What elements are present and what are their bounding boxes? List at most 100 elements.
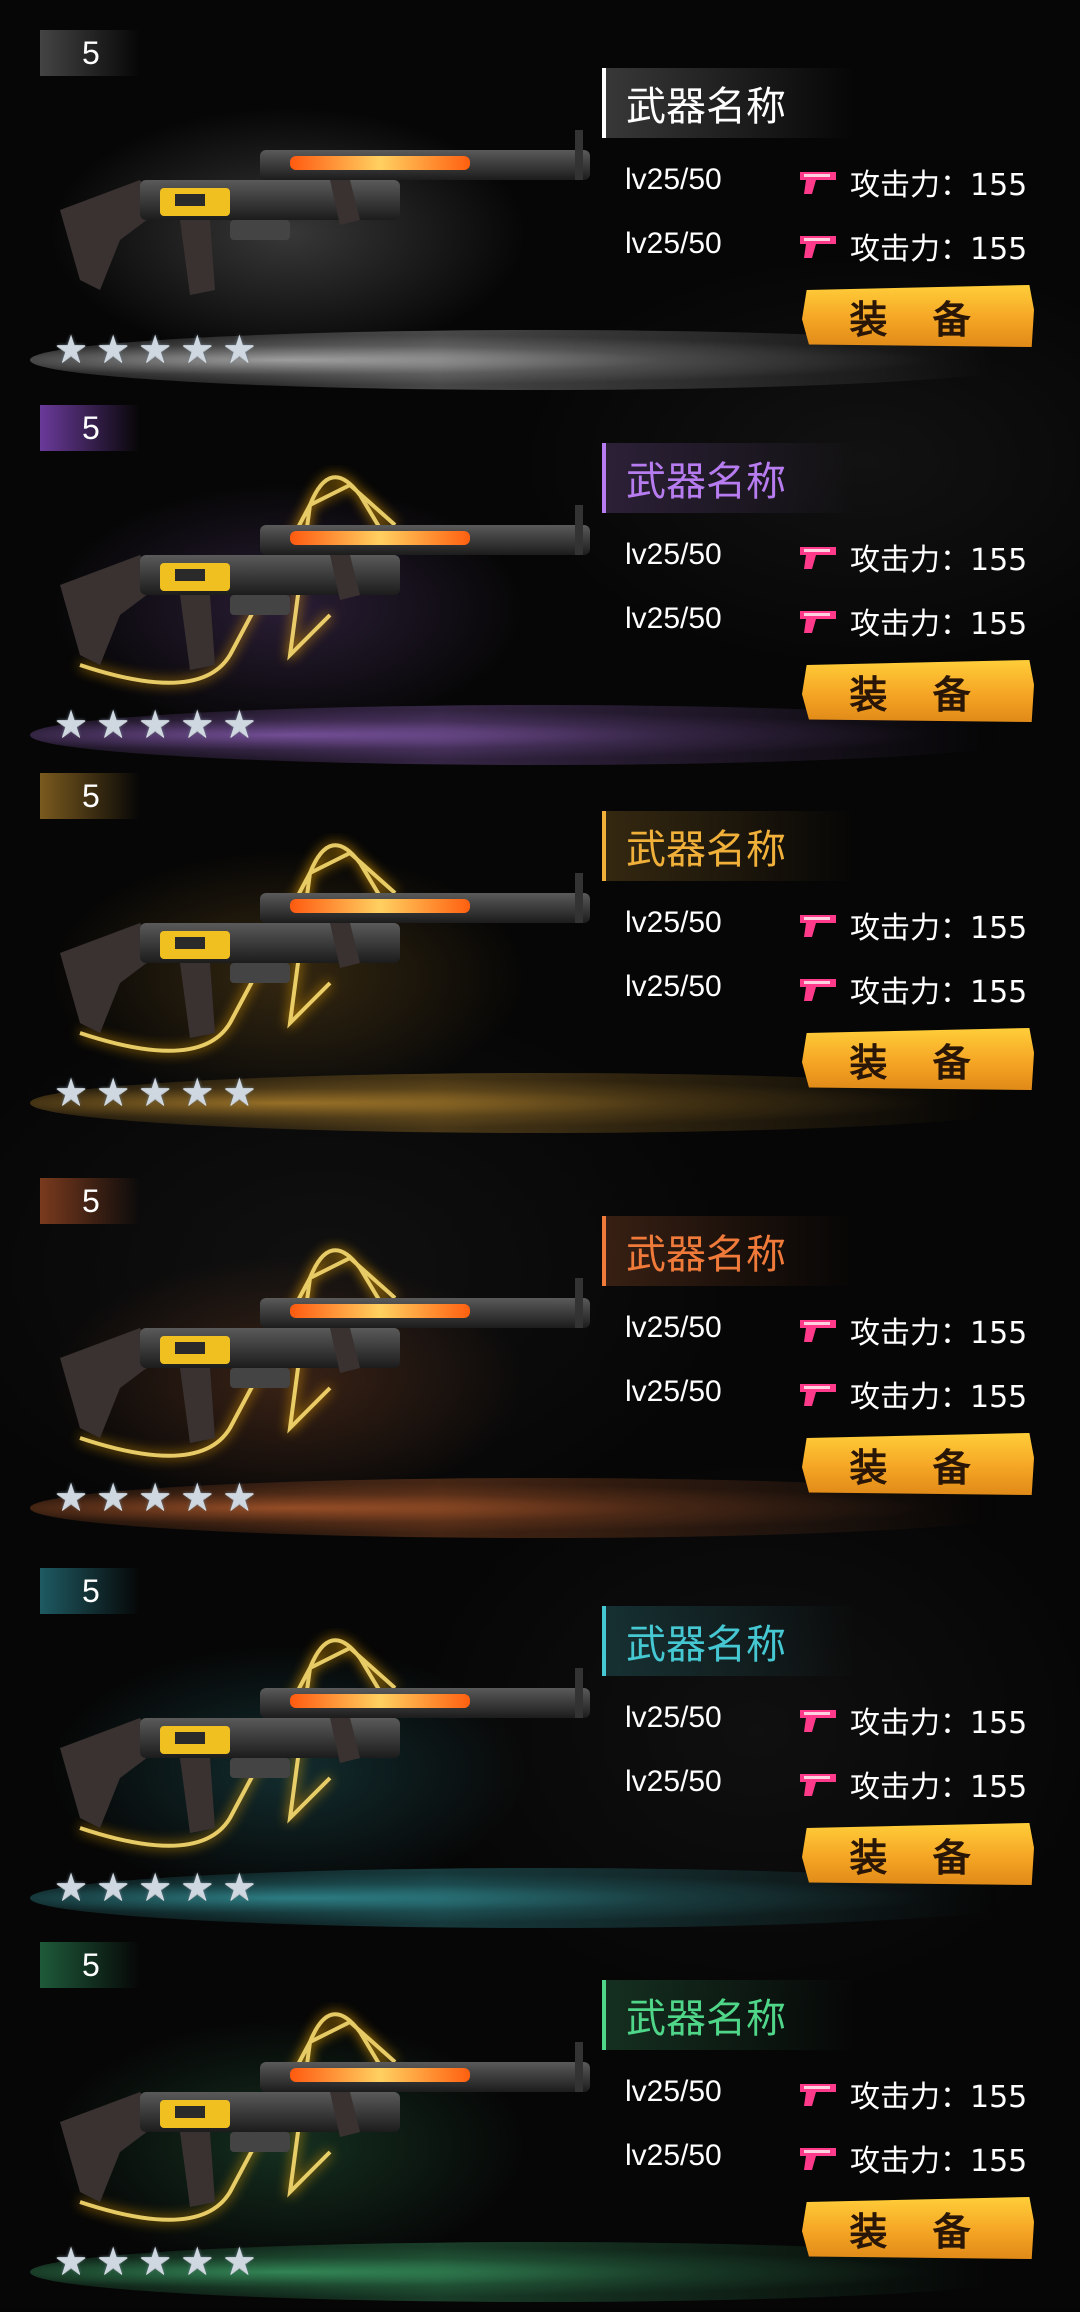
star-icon: ★ bbox=[96, 1865, 131, 1909]
star-icon: ★ bbox=[54, 1475, 89, 1519]
star-rating: ★ ★ ★ ★ ★ bbox=[54, 705, 256, 743]
weapon-name: 武器名称 bbox=[602, 1980, 962, 2050]
attack-label: 攻击力：155 bbox=[850, 1316, 1028, 1351]
star-rating: ★ ★ ★ ★ ★ bbox=[54, 1868, 256, 1906]
attack-label: 攻击力：155 bbox=[850, 232, 1028, 267]
equip-button[interactable]: 装 备 bbox=[802, 285, 1034, 347]
pistol-icon bbox=[800, 915, 836, 937]
weapon-card[interactable]: 5 ★ ★ ★ ★ ★ 武器名称 lv25/50 lv25/50 攻击力：155 攻击力… bbox=[0, 30, 1080, 400]
star-icon: ★ bbox=[180, 2239, 215, 2283]
pistol-icon bbox=[800, 1384, 836, 1406]
weapon-image bbox=[60, 1638, 590, 1848]
star-icon: ★ bbox=[96, 702, 131, 746]
level-badge: 5 bbox=[40, 1178, 140, 1224]
weapon-name: 武器名称 bbox=[602, 443, 962, 513]
star-icon: ★ bbox=[96, 327, 131, 371]
pistol-icon bbox=[800, 2084, 836, 2106]
attack-label: 攻击力：155 bbox=[850, 1380, 1028, 1415]
pistol-icon bbox=[800, 547, 836, 569]
attack-stat-2: 攻击力：155 bbox=[798, 224, 1027, 268]
star-icon: ★ bbox=[180, 1070, 215, 1114]
star-icon: ★ bbox=[96, 1070, 131, 1114]
star-icon: ★ bbox=[138, 2239, 173, 2283]
pistol-icon bbox=[800, 1710, 836, 1732]
attack-label: 攻击力：155 bbox=[850, 2144, 1028, 2179]
level-text-2: lv25/50 bbox=[625, 1765, 722, 1798]
star-icon: ★ bbox=[54, 2239, 89, 2283]
star-rating: ★ ★ ★ ★ ★ bbox=[54, 330, 256, 368]
weapon-image bbox=[60, 130, 590, 295]
star-icon: ★ bbox=[222, 702, 257, 746]
attack-label: 攻击力：155 bbox=[850, 543, 1028, 578]
attack-stat-2: 攻击力：155 bbox=[798, 967, 1027, 1011]
equip-button[interactable]: 装 备 bbox=[802, 2197, 1034, 2259]
star-icon: ★ bbox=[138, 327, 173, 371]
level-text-2: lv25/50 bbox=[625, 1375, 722, 1408]
attack-label: 攻击力：155 bbox=[850, 1770, 1028, 1805]
attack-label: 攻击力：155 bbox=[850, 1706, 1028, 1741]
star-icon: ★ bbox=[54, 327, 89, 371]
attack-label: 攻击力：155 bbox=[850, 975, 1028, 1010]
star-icon: ★ bbox=[180, 327, 215, 371]
equip-button[interactable]: 装 备 bbox=[802, 1433, 1034, 1495]
pistol-icon bbox=[800, 1320, 836, 1342]
attack-label: 攻击力：155 bbox=[850, 911, 1028, 946]
weapon-image bbox=[60, 843, 590, 1053]
equip-button[interactable]: 装 备 bbox=[802, 1823, 1034, 1885]
level-text-1: lv25/50 bbox=[625, 2075, 722, 2108]
level-text-2: lv25/50 bbox=[625, 602, 722, 635]
star-icon: ★ bbox=[180, 1475, 215, 1519]
star-icon: ★ bbox=[222, 2239, 257, 2283]
level-text-2: lv25/50 bbox=[625, 227, 722, 260]
weapon-name: 武器名称 bbox=[602, 1606, 962, 1676]
equip-button[interactable]: 装 备 bbox=[802, 660, 1034, 722]
attack-label: 攻击力：155 bbox=[850, 607, 1028, 642]
star-icon: ★ bbox=[138, 702, 173, 746]
level-badge: 5 bbox=[40, 30, 140, 76]
star-rating: ★ ★ ★ ★ ★ bbox=[54, 2242, 256, 2280]
level-text-1: lv25/50 bbox=[625, 906, 722, 939]
level-text-1: lv25/50 bbox=[625, 163, 722, 196]
weapon-card[interactable]: 5 ★ ★ ★ ★ ★ 武器名称 lv25/50 lv25/50 攻击力：155 攻击力… bbox=[0, 1178, 1080, 1548]
level-text-1: lv25/50 bbox=[625, 538, 722, 571]
attack-stat-2: 攻击力：155 bbox=[798, 1762, 1027, 1806]
attack-stat-2: 攻击力：155 bbox=[798, 2136, 1027, 2180]
weapon-card[interactable]: 5 ★ ★ ★ ★ ★ 武器名称 lv25/50 lv25/50 攻击力：155 攻击力… bbox=[0, 405, 1080, 775]
equip-button[interactable]: 装 备 bbox=[802, 1028, 1034, 1090]
pistol-icon bbox=[800, 172, 836, 194]
star-icon: ★ bbox=[138, 1865, 173, 1909]
level-text-2: lv25/50 bbox=[625, 970, 722, 1003]
attack-label: 攻击力：155 bbox=[850, 2080, 1028, 2115]
pistol-icon bbox=[800, 979, 836, 1001]
weapon-card[interactable]: 5 ★ ★ ★ ★ ★ 武器名称 lv25/50 lv25/50 攻击力：155 攻击力… bbox=[0, 1942, 1080, 2312]
star-icon: ★ bbox=[96, 1475, 131, 1519]
weapon-card[interactable]: 5 ★ ★ ★ ★ ★ 武器名称 lv25/50 lv25/50 攻击力：155 攻击力… bbox=[0, 1568, 1080, 1938]
pistol-icon bbox=[800, 236, 836, 258]
star-icon: ★ bbox=[222, 1070, 257, 1114]
level-badge: 5 bbox=[40, 1568, 140, 1614]
star-rating: ★ ★ ★ ★ ★ bbox=[54, 1478, 256, 1516]
level-badge: 5 bbox=[40, 405, 140, 451]
weapon-name: 武器名称 bbox=[602, 811, 962, 881]
star-icon: ★ bbox=[54, 702, 89, 746]
star-icon: ★ bbox=[222, 1865, 257, 1909]
weapon-image bbox=[60, 475, 590, 685]
star-icon: ★ bbox=[222, 1475, 257, 1519]
level-text-1: lv25/50 bbox=[625, 1701, 722, 1734]
weapon-card[interactable]: 5 ★ ★ ★ ★ ★ 武器名称 lv25/50 lv25/50 攻击力：155 攻击力… bbox=[0, 773, 1080, 1143]
weapon-image bbox=[60, 1248, 590, 1458]
pistol-icon bbox=[800, 1774, 836, 1796]
pistol-icon bbox=[800, 2148, 836, 2170]
star-icon: ★ bbox=[180, 1865, 215, 1909]
level-text-1: lv25/50 bbox=[625, 1311, 722, 1344]
attack-stat-2: 攻击力：155 bbox=[798, 599, 1027, 643]
attack-stat-2: 攻击力：155 bbox=[798, 1372, 1027, 1416]
weapon-image bbox=[60, 2012, 590, 2222]
level-badge: 5 bbox=[40, 1942, 140, 1988]
attack-stat-1: 攻击力：155 bbox=[798, 903, 1027, 947]
star-icon: ★ bbox=[96, 2239, 131, 2283]
star-icon: ★ bbox=[138, 1475, 173, 1519]
star-icon: ★ bbox=[54, 1865, 89, 1909]
attack-stat-1: 攻击力：155 bbox=[798, 2072, 1027, 2116]
level-badge: 5 bbox=[40, 773, 140, 819]
